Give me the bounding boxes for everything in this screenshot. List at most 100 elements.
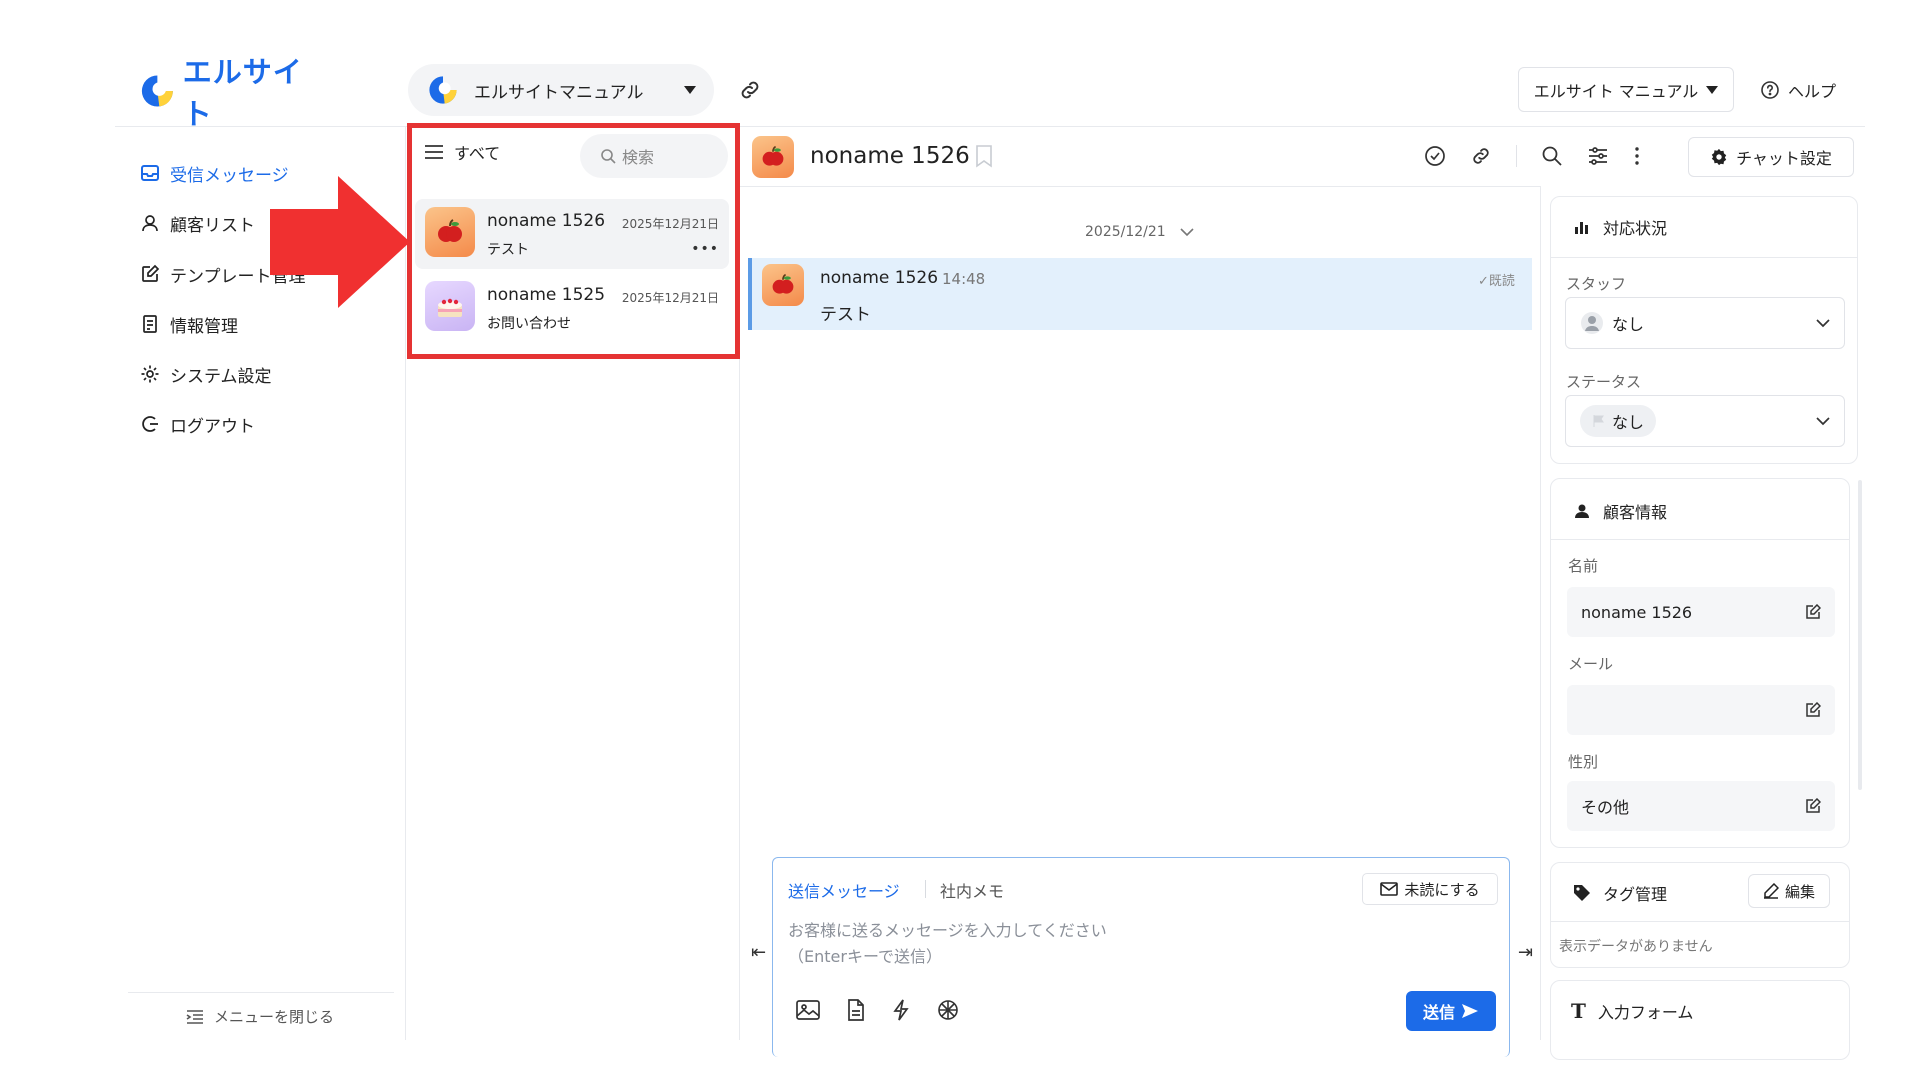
name-label: 名前 <box>1568 557 1599 575</box>
customer-info-card: 顧客情報 名前 noname 1526 メール 性別 その他 <box>1550 478 1850 848</box>
edit-icon[interactable] <box>1805 604 1821 620</box>
text-type-icon: T <box>1571 999 1586 1023</box>
message-input[interactable]: お客様に送るメッセージを入力してください （Enterキーで送信） <box>788 918 1107 970</box>
tab-send-message[interactable]: 送信メッセージ <box>788 878 900 902</box>
collapse-left-icon[interactable]: ⇤ <box>751 942 766 963</box>
tab-internal-memo[interactable]: 社内メモ <box>940 878 1004 902</box>
customer-card-header: 顧客情報 <box>1573 499 1667 523</box>
send-label: 送信 <box>1422 1003 1455 1022</box>
send-button[interactable]: 送信 <box>1406 991 1496 1031</box>
account-selector[interactable]: エルサイトマニュアル <box>408 64 714 116</box>
customer-card-title: 顧客情報 <box>1603 503 1668 522</box>
file-icon[interactable] <box>846 999 866 1021</box>
read-receipt: ✓既読 <box>1478 274 1515 289</box>
account-dropdown[interactable]: エルサイト マニュアル <box>1518 67 1734 112</box>
chevron-down-icon <box>1180 228 1194 237</box>
user-avatar-icon <box>1581 312 1603 334</box>
date-separator[interactable]: 2025/12/21 <box>1085 224 1194 240</box>
gear-icon <box>1711 148 1727 166</box>
status-card-header: 対応状況 <box>1573 215 1667 239</box>
link-icon[interactable] <box>738 78 762 102</box>
gear-icon <box>141 365 159 383</box>
panel-scrollbar[interactable] <box>1858 480 1862 790</box>
card-divider <box>1551 539 1849 540</box>
user-icon <box>1575 504 1589 518</box>
sidebar-item-inbox[interactable]: 受信メッセージ <box>140 160 289 186</box>
sidebar-item-logout[interactable]: ログアウト <box>140 411 255 437</box>
apple-icon <box>762 264 804 306</box>
mark-unread-button[interactable]: 未読にする <box>1362 873 1498 905</box>
sidebar-item-label: システム設定 <box>170 366 272 387</box>
sidebar-divider <box>128 992 394 993</box>
edit-icon[interactable] <box>1805 798 1821 814</box>
chat-title: noname 1526 <box>810 143 970 169</box>
more-vertical-icon[interactable] <box>1633 145 1641 167</box>
tag-card-header: タグ管理 <box>1573 881 1667 905</box>
edit-icon[interactable] <box>1805 702 1821 718</box>
sidebar-item-info[interactable]: 情報管理 <box>140 311 238 337</box>
flag-icon <box>1593 415 1604 427</box>
input-form-card: T 入力フォーム <box>1550 980 1850 1060</box>
search-icon[interactable] <box>1541 145 1563 167</box>
collapse-right-icon[interactable]: ⇥ <box>1518 942 1533 963</box>
sidebar-item-system[interactable]: システム設定 <box>140 361 272 387</box>
gender-label: 性別 <box>1568 753 1599 771</box>
date-separator-label: 2025/12/21 <box>1085 224 1166 240</box>
message-sender: noname 1526 <box>820 268 939 288</box>
lightning-icon[interactable] <box>892 999 910 1021</box>
sidebar-item-label: ログアウト <box>170 416 255 437</box>
bookmark-icon[interactable] <box>975 144 993 168</box>
help-link[interactable]: ヘルプ <box>1760 78 1836 102</box>
close-menu-button[interactable]: メニューを閉じる <box>186 1006 334 1027</box>
chat-settings-button[interactable]: チャット設定 <box>1688 137 1854 177</box>
toolbar-separator <box>1516 145 1517 167</box>
tag-card-title: タグ管理 <box>1603 885 1668 904</box>
card-divider <box>1551 257 1857 258</box>
chevron-down-icon <box>1816 417 1830 426</box>
status-select[interactable]: なし <box>1565 395 1845 447</box>
name-field[interactable]: noname 1526 <box>1567 587 1835 637</box>
close-menu-label: メニューを閉じる <box>214 1008 335 1026</box>
chevron-down-icon <box>1816 319 1830 328</box>
logout-icon <box>142 416 158 432</box>
chat-settings-label: チャット設定 <box>1736 149 1832 168</box>
status-label: ステータス <box>1566 373 1642 391</box>
app-logo[interactable]: エルサイト <box>138 55 328 131</box>
chat-toolbar <box>1424 144 1641 168</box>
help-label: ヘルプ <box>1788 82 1837 101</box>
status-value: なし <box>1612 413 1645 432</box>
check-circle-icon[interactable] <box>1424 145 1446 167</box>
caret-down-icon <box>1706 85 1719 94</box>
staff-select[interactable]: なし <box>1565 297 1845 349</box>
menu-collapse-icon <box>186 1009 203 1024</box>
staff-value: なし <box>1612 315 1645 334</box>
card-divider <box>1551 921 1849 922</box>
arrow-right-icon <box>270 176 410 308</box>
email-label: メール <box>1568 655 1614 673</box>
document-icon <box>143 315 157 333</box>
sidebar-item-customers[interactable]: 顧客リスト <box>140 210 255 236</box>
gender-field[interactable]: その他 <box>1567 781 1835 831</box>
header-divider <box>115 126 1865 127</box>
sidebar-item-label: 情報管理 <box>170 316 238 337</box>
message-text: テスト <box>820 305 871 325</box>
logo-mark-icon <box>141 75 173 107</box>
link-icon[interactable] <box>1470 145 1492 167</box>
mail-icon <box>1380 882 1399 896</box>
help-icon <box>1761 81 1779 99</box>
filter-sliders-icon[interactable] <box>1587 145 1609 167</box>
send-arrow-icon <box>1462 1004 1478 1018</box>
chat-header-divider <box>740 186 1540 187</box>
status-chip: なし <box>1580 405 1657 437</box>
read-receipt-label: 既読 <box>1488 274 1515 289</box>
image-icon[interactable] <box>796 999 820 1021</box>
tag-icon <box>1574 885 1590 901</box>
user-icon <box>142 215 158 232</box>
ai-assistant-icon[interactable] <box>936 998 960 1022</box>
email-field[interactable] <box>1567 685 1835 735</box>
bar-chart-icon <box>1575 222 1588 234</box>
inbox-icon <box>141 165 159 181</box>
edit-tags-button[interactable]: 編集 <box>1748 874 1830 908</box>
edit-tags-label: 編集 <box>1784 882 1815 901</box>
edit-icon <box>142 264 160 282</box>
